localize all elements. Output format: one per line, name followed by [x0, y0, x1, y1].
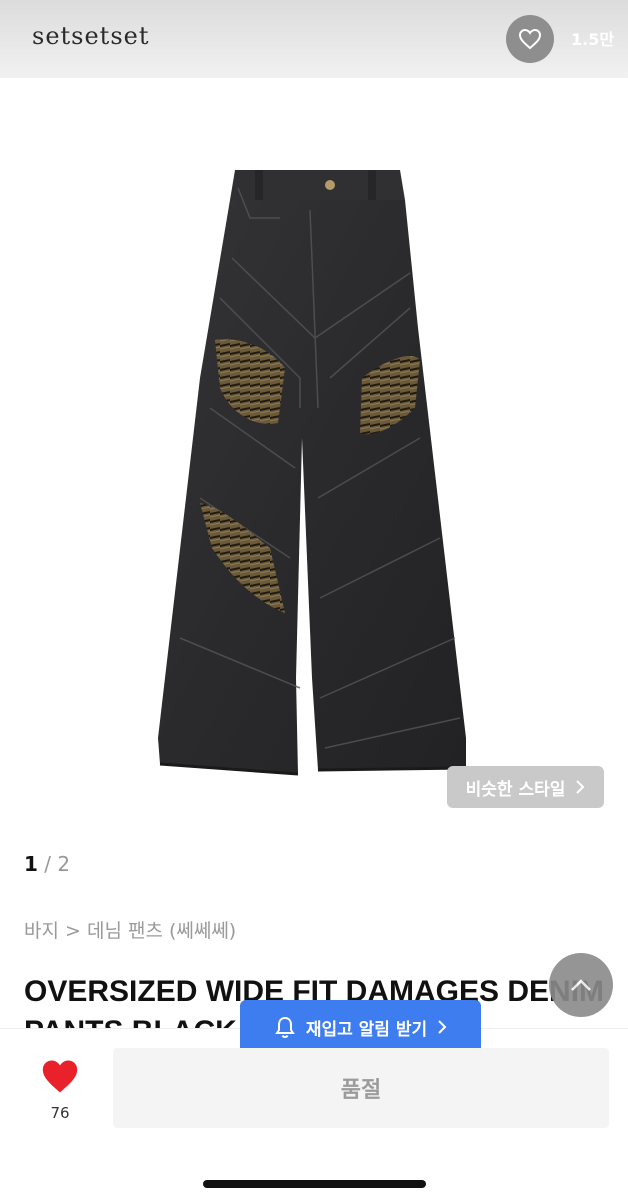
pager-separator: / [37, 852, 58, 876]
product-image[interactable] [0, 78, 628, 830]
home-indicator [203, 1180, 426, 1188]
breadcrumb[interactable]: 바지 > 데님 팬츠 (쎄쎄쎄) [24, 916, 236, 943]
chevron-right-icon [438, 1020, 447, 1034]
image-pager: 1 / 2 [24, 852, 70, 876]
top-header: setsetset 1.5만 [0, 0, 628, 78]
restock-label: 재입고 알림 받기 [305, 1019, 428, 1040]
heart-outline-icon [518, 28, 542, 50]
restock-alert-button[interactable]: 재입고 알림 받기 [240, 1000, 481, 1054]
bell-icon [274, 1016, 295, 1038]
similar-style-label: 비슷한 스타일 [465, 779, 566, 800]
wish-count: 76 [50, 1104, 70, 1122]
heart-filled-icon [42, 1060, 78, 1093]
sold-out-button[interactable]: 품절 [113, 1048, 609, 1128]
brand-logo[interactable]: setsetset [32, 22, 150, 50]
pager-current: 1 [24, 852, 38, 876]
similar-style-button[interactable]: 비슷한 스타일 [447, 766, 604, 808]
chevron-up-icon [571, 979, 591, 991]
like-button[interactable] [506, 15, 554, 63]
like-count: 1.5만 [571, 30, 615, 49]
denim-pants-image [158, 170, 467, 776]
scroll-top-button[interactable] [549, 953, 613, 1017]
wishlist-button[interactable]: 76 [36, 1058, 84, 1128]
chevron-right-icon [576, 780, 585, 794]
pager-total: 2 [57, 852, 71, 876]
